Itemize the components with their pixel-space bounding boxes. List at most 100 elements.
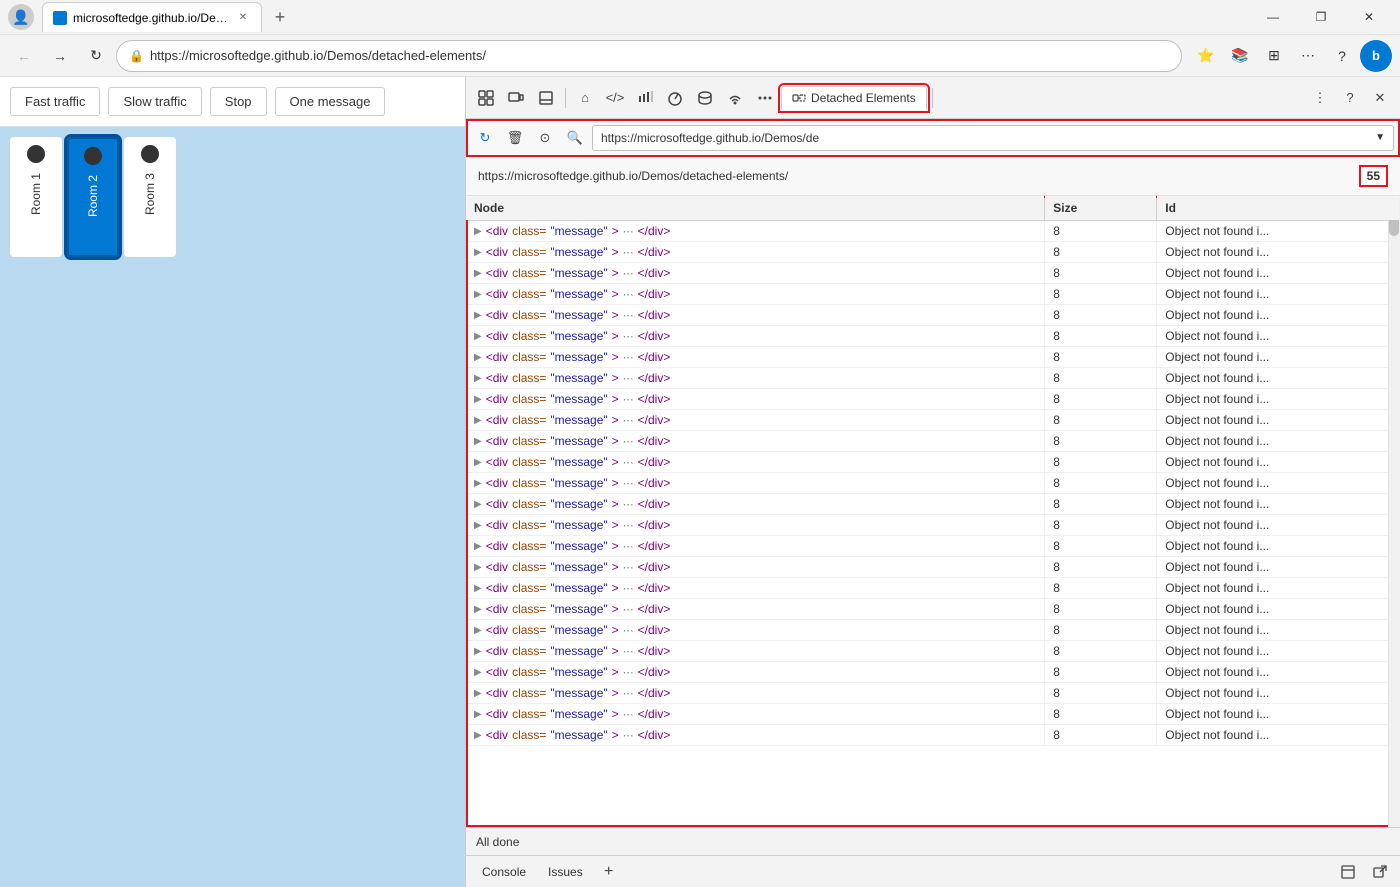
add-bottom-tab-button[interactable]: + [595, 858, 623, 886]
inspect-element-button[interactable] [472, 84, 500, 112]
expand-arrow[interactable]: ▶ [474, 457, 482, 468]
table-row[interactable]: ▶ <div class="message"> ⋯ </div> 8 Objec… [466, 704, 1400, 725]
expand-arrow[interactable]: ▶ [474, 730, 482, 741]
expand-arrow[interactable]: ▶ [474, 436, 482, 447]
device-emulation-button[interactable] [502, 84, 530, 112]
maximize-button[interactable]: ❐ [1298, 0, 1344, 35]
expand-arrow[interactable]: ▶ [474, 688, 482, 699]
table-row[interactable]: ▶ <div class="message"> ⋯ </div> 8 Objec… [466, 599, 1400, 620]
performance-button[interactable] [661, 84, 689, 112]
table-row[interactable]: ▶ <div class="message"> ⋯ </div> 8 Objec… [466, 536, 1400, 557]
dock-bottom-button[interactable] [1334, 858, 1362, 886]
active-tab[interactable]: microsoftedge.github.io/Demos/ ✕ [42, 2, 262, 32]
url-dropdown-icon[interactable]: ▼ [1375, 132, 1385, 143]
collections-button[interactable]: 📚 [1224, 40, 1256, 72]
expand-arrow[interactable]: ▶ [474, 604, 482, 615]
expand-arrow[interactable]: ▶ [474, 709, 482, 720]
help-button[interactable]: ? [1326, 40, 1358, 72]
refresh-button[interactable]: ↻ [80, 40, 112, 72]
expand-arrow[interactable]: ▶ [474, 625, 482, 636]
expand-arrow[interactable]: ▶ [474, 415, 482, 426]
table-row[interactable]: ▶ <div class="message"> ⋯ </div> 8 Objec… [466, 494, 1400, 515]
expand-arrow[interactable]: ▶ [474, 646, 482, 657]
detached-url-bar[interactable]: https://microsoftedge.github.io/Demos/de… [592, 125, 1394, 151]
issues-tab[interactable]: Issues [538, 862, 593, 882]
expand-arrow[interactable]: ▶ [474, 352, 482, 363]
dock-button[interactable] [532, 84, 560, 112]
table-row[interactable]: ▶ <div class="message"> ⋯ </div> 8 Objec… [466, 284, 1400, 305]
elements-button[interactable]: ⌂ [571, 84, 599, 112]
table-row[interactable]: ▶ <div class="message"> ⋯ </div> 8 Objec… [466, 326, 1400, 347]
expand-arrow[interactable]: ▶ [474, 373, 482, 384]
memory-button[interactable] [691, 84, 719, 112]
tab-close-button[interactable]: ✕ [235, 10, 251, 26]
table-row[interactable]: ▶ <div class="message"> ⋯ </div> 8 Objec… [466, 473, 1400, 494]
back-button[interactable]: ← [8, 40, 40, 72]
expand-arrow[interactable]: ▶ [474, 310, 482, 321]
table-row[interactable]: ▶ <div class="message"> ⋯ </div> 8 Objec… [466, 620, 1400, 641]
expand-arrow[interactable]: ▶ [474, 499, 482, 510]
room-2-card[interactable]: Room 2 [67, 137, 119, 257]
more-tools-button[interactable] [751, 84, 779, 112]
table-row[interactable]: ▶ <div class="message"> ⋯ </div> 8 Objec… [466, 578, 1400, 599]
sources-button[interactable]: </> [601, 84, 629, 112]
new-tab-button[interactable]: + [266, 3, 294, 31]
table-row[interactable]: ▶ <div class="message"> ⋯ </div> 8 Objec… [466, 641, 1400, 662]
table-row[interactable]: ▶ <div class="message"> ⋯ </div> 8 Objec… [466, 242, 1400, 263]
room-1-card[interactable]: Room 1 [10, 137, 62, 257]
refresh-detached-button[interactable]: ↻ [472, 125, 498, 151]
close-button[interactable]: ✕ [1346, 0, 1392, 35]
expand-detached-button[interactable]: ⊙ [532, 125, 558, 151]
network-button[interactable] [631, 84, 659, 112]
devtools-close-button[interactable]: ✕ [1366, 84, 1394, 112]
split-screen-button[interactable]: ⊞ [1258, 40, 1290, 72]
table-row[interactable]: ▶ <div class="message"> ⋯ </div> 8 Objec… [466, 347, 1400, 368]
edge-copilot-button[interactable]: b [1360, 40, 1392, 72]
search-detached-button[interactable]: 🔍 [562, 125, 588, 151]
table-row[interactable]: ▶ <div class="message"> ⋯ </div> 8 Objec… [466, 263, 1400, 284]
detach-devtools-button[interactable] [1366, 858, 1394, 886]
scrollbar-track[interactable] [1388, 196, 1400, 827]
expand-arrow[interactable]: ▶ [474, 541, 482, 552]
expand-arrow[interactable]: ▶ [474, 562, 482, 573]
expand-arrow[interactable]: ▶ [474, 268, 482, 279]
table-row[interactable]: ▶ <div class="message"> ⋯ </div> 8 Objec… [466, 662, 1400, 683]
expand-arrow[interactable]: ▶ [474, 247, 482, 258]
expand-arrow[interactable]: ▶ [474, 331, 482, 342]
console-tab[interactable]: Console [472, 862, 536, 882]
table-row[interactable]: ▶ <div class="message"> ⋯ </div> 8 Objec… [466, 389, 1400, 410]
table-row[interactable]: ▶ <div class="message"> ⋯ </div> 8 Objec… [466, 557, 1400, 578]
table-row[interactable]: ▶ <div class="message"> ⋯ </div> 8 Objec… [466, 515, 1400, 536]
table-row[interactable]: ▶ <div class="message"> ⋯ </div> 8 Objec… [466, 368, 1400, 389]
table-row[interactable]: ▶ <div class="message"> ⋯ </div> 8 Objec… [466, 452, 1400, 473]
slow-traffic-button[interactable]: Slow traffic [108, 87, 201, 116]
table-row[interactable]: ▶ <div class="message"> ⋯ </div> 8 Objec… [466, 305, 1400, 326]
favorites-button[interactable]: ⭐ [1190, 40, 1222, 72]
table-row[interactable]: ▶ <div class="message"> ⋯ </div> 8 Objec… [466, 725, 1400, 746]
wireless-button[interactable] [721, 84, 749, 112]
minimize-button[interactable]: — [1250, 0, 1296, 35]
one-message-button[interactable]: One message [275, 87, 386, 116]
settings-more-button[interactable]: ⋯ [1292, 40, 1324, 72]
expand-arrow[interactable]: ▶ [474, 226, 482, 237]
expand-arrow[interactable]: ▶ [474, 520, 482, 531]
devtools-help-button[interactable]: ? [1336, 84, 1364, 112]
forward-button[interactable]: → [44, 40, 76, 72]
table-row[interactable]: ▶ <div class="message"> ⋯ </div> 8 Objec… [466, 221, 1400, 242]
stop-button[interactable]: Stop [210, 87, 267, 116]
expand-arrow[interactable]: ▶ [474, 667, 482, 678]
expand-arrow[interactable]: ▶ [474, 478, 482, 489]
fast-traffic-button[interactable]: Fast traffic [10, 87, 100, 116]
devtools-more-button[interactable]: ⋮ [1306, 84, 1334, 112]
delete-detached-button[interactable]: 🗑 [502, 125, 528, 151]
table-row[interactable]: ▶ <div class="message"> ⋯ </div> 8 Objec… [466, 431, 1400, 452]
table-row[interactable]: ▶ <div class="message"> ⋯ </div> 8 Objec… [466, 683, 1400, 704]
table-scroll-area[interactable]: Node Size Id ▶ <div class="message"> ⋯ <… [466, 196, 1400, 756]
expand-arrow[interactable]: ▶ [474, 289, 482, 300]
detached-elements-tab[interactable]: Detached Elements [781, 86, 927, 110]
table-row[interactable]: ▶ <div class="message"> ⋯ </div> 8 Objec… [466, 410, 1400, 431]
address-bar[interactable]: 🔒 https://microsoftedge.github.io/Demos/… [116, 40, 1182, 72]
expand-arrow[interactable]: ▶ [474, 394, 482, 405]
profile-button[interactable]: 👤 [8, 4, 34, 30]
room-3-card[interactable]: Room 3 [124, 137, 176, 257]
